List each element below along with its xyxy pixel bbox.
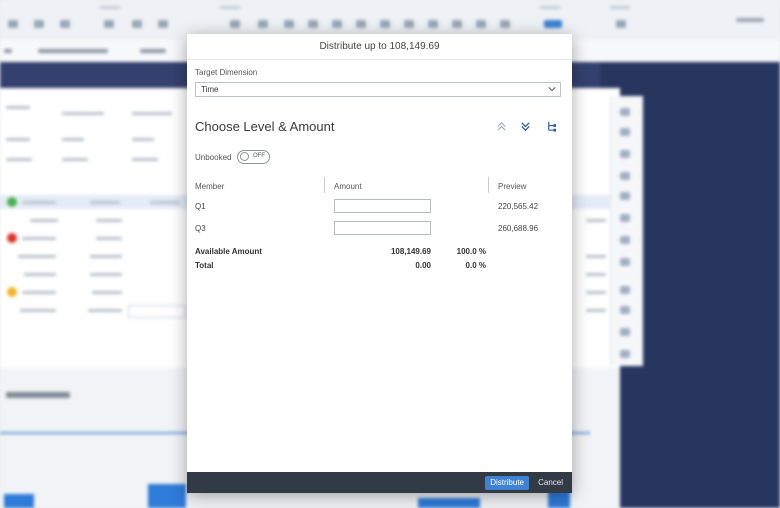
background-side-panel xyxy=(610,96,643,366)
available-amount-percent: 100.0 % xyxy=(456,247,486,256)
total-label: Total xyxy=(195,261,214,270)
column-header-amount: Amount xyxy=(334,182,362,191)
target-dimension-value: Time xyxy=(201,85,219,94)
collapse-levels-icon[interactable] xyxy=(496,121,507,132)
toggle-knob xyxy=(240,152,249,161)
toggle-state: OFF xyxy=(253,153,265,159)
amount-input-q1[interactable] xyxy=(334,199,431,213)
dialog-title: Distribute up to 108,149.69 xyxy=(187,34,572,60)
column-separator xyxy=(324,177,325,193)
target-dimension-label: Target Dimension xyxy=(195,68,258,77)
distribute-dialog: Distribute up to 108,149.69 Target Dimen… xyxy=(187,34,572,493)
total-percent: 0.0 % xyxy=(465,261,486,270)
preview-q3: 260,688.96 xyxy=(498,224,539,233)
chevron-down-icon xyxy=(548,87,556,92)
preview-q1: 220,565.42 xyxy=(498,202,539,211)
target-dimension-select[interactable]: Time xyxy=(195,82,561,97)
dialog-body: Target Dimension Time Choose Level & Amo… xyxy=(195,60,561,472)
column-header-member: Member xyxy=(195,182,225,191)
column-header-preview: Preview xyxy=(498,182,527,191)
column-separator xyxy=(488,177,489,193)
distribute-button[interactable]: Distribute xyxy=(485,476,529,490)
section-title: Choose Level & Amount xyxy=(195,119,335,134)
amount-input-q3[interactable] xyxy=(334,221,431,235)
unbooked-toggle[interactable]: OFF xyxy=(237,150,270,164)
available-amount-label: Available Amount xyxy=(195,247,262,256)
member-q1: Q1 xyxy=(195,202,206,211)
available-amount-value: 108,149.69 xyxy=(390,247,431,256)
cancel-button[interactable]: Cancel xyxy=(536,476,565,490)
hierarchy-icon[interactable] xyxy=(546,121,557,132)
unbooked-label: Unbooked xyxy=(195,153,232,162)
member-q3: Q3 xyxy=(195,224,206,233)
dialog-footer: Distribute Cancel xyxy=(187,472,572,493)
total-amount-value: 0.00 xyxy=(415,261,431,270)
expand-levels-icon[interactable] xyxy=(520,121,531,132)
